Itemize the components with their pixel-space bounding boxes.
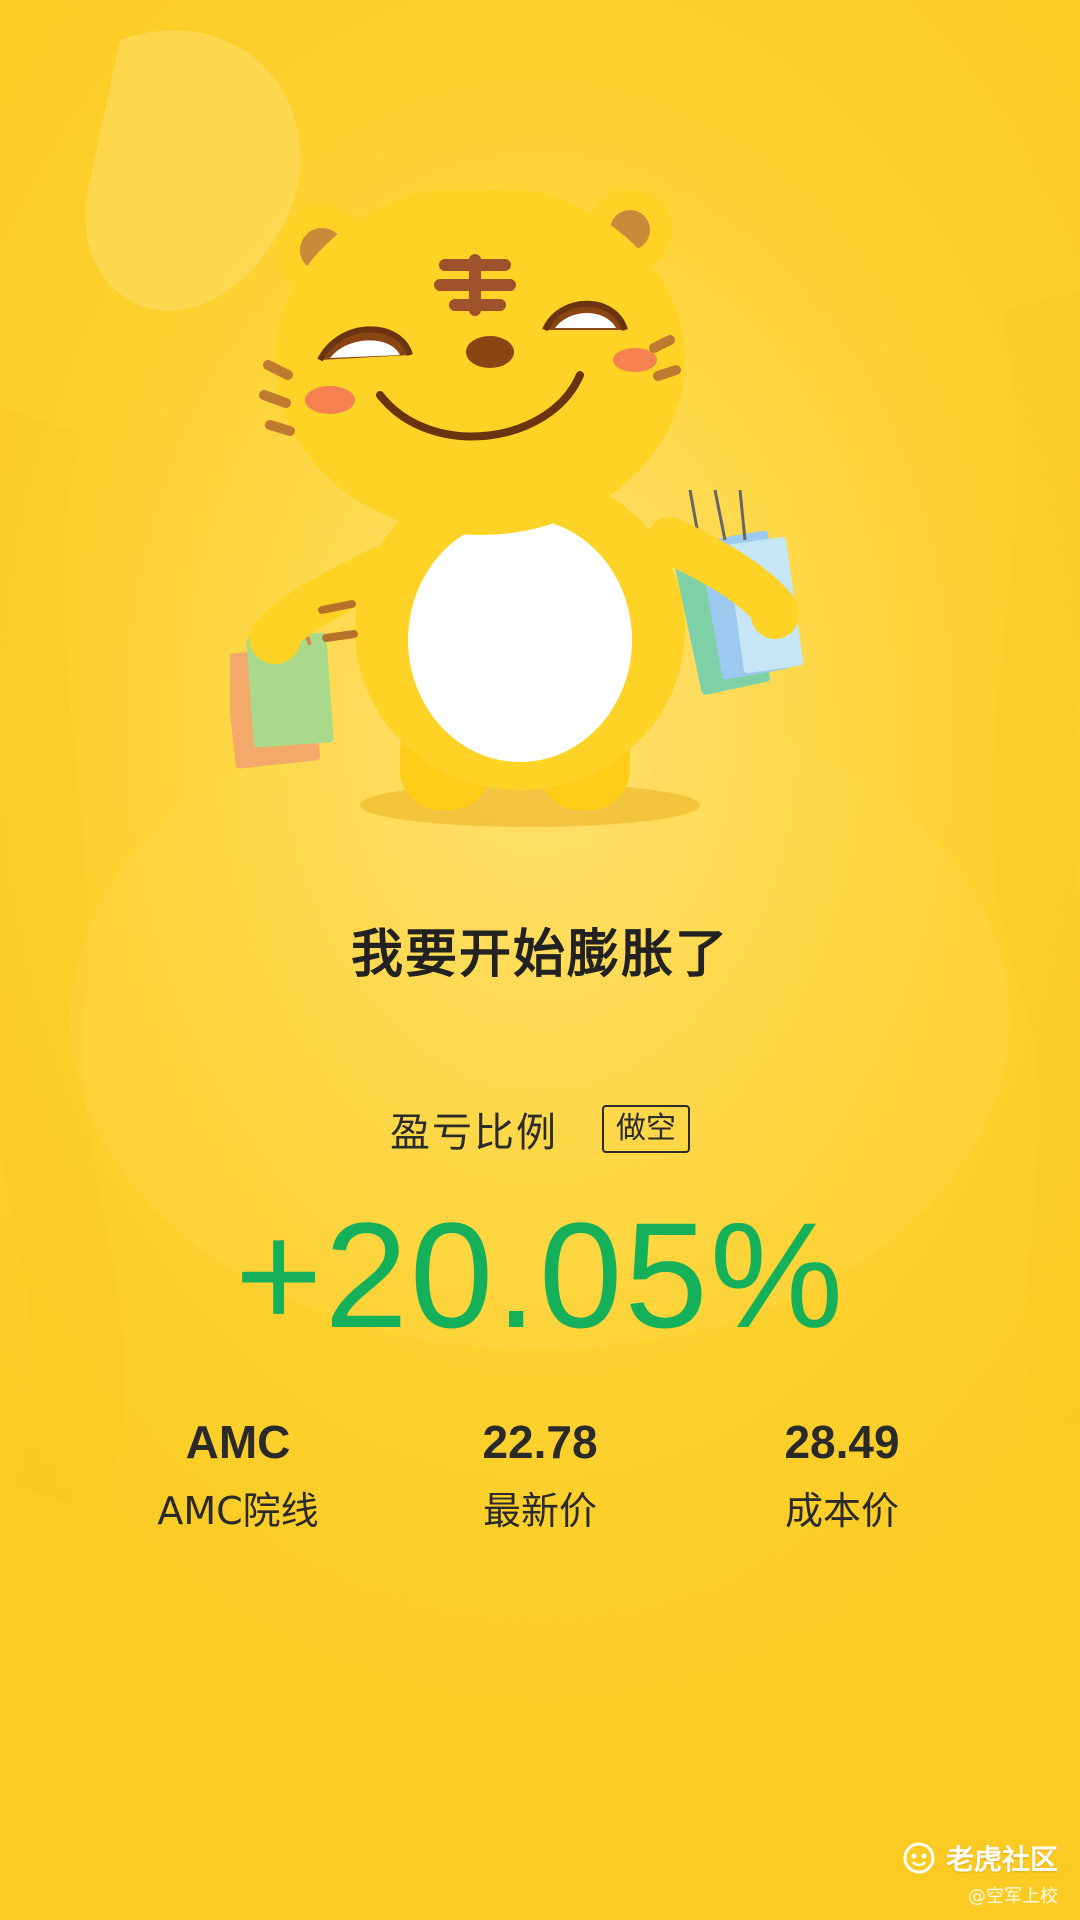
brand-watermark: 老虎社区	[902, 1838, 1058, 1878]
author-credit: @空军上校	[968, 1886, 1058, 1907]
latest-price-label: 最新价	[482, 1489, 597, 1533]
latest-price-value: 22.78	[482, 1416, 598, 1468]
stat-cost-price: 28.49 成本价	[712, 1412, 972, 1536]
profit-loss-label: 盈亏比例	[390, 1110, 558, 1156]
headline: 我要开始膨胀了	[350, 925, 729, 985]
brand-name: 老虎社区	[945, 1843, 1058, 1876]
profit-loss-percentage: +20.05%	[234, 1191, 846, 1359]
stat-ticker: AMC AMC院线	[108, 1412, 368, 1536]
ticker-symbol: AMC	[185, 1416, 291, 1468]
cost-price-value: 28.49	[784, 1416, 900, 1468]
profit-loss-row: 盈亏比例 做空	[0, 1100, 1080, 1158]
tiger-mascot	[230, 190, 804, 827]
stock-stats: AMC AMC院线 22.78 最新价 28.49 成本价	[0, 1412, 1080, 1552]
position-type-badge: 做空	[602, 1105, 690, 1153]
stat-latest-price: 22.78 最新价	[410, 1412, 670, 1536]
stock-name: AMC院线	[157, 1489, 319, 1533]
cost-price-label: 成本价	[784, 1489, 899, 1533]
tiger-logo-icon	[903, 1842, 935, 1874]
